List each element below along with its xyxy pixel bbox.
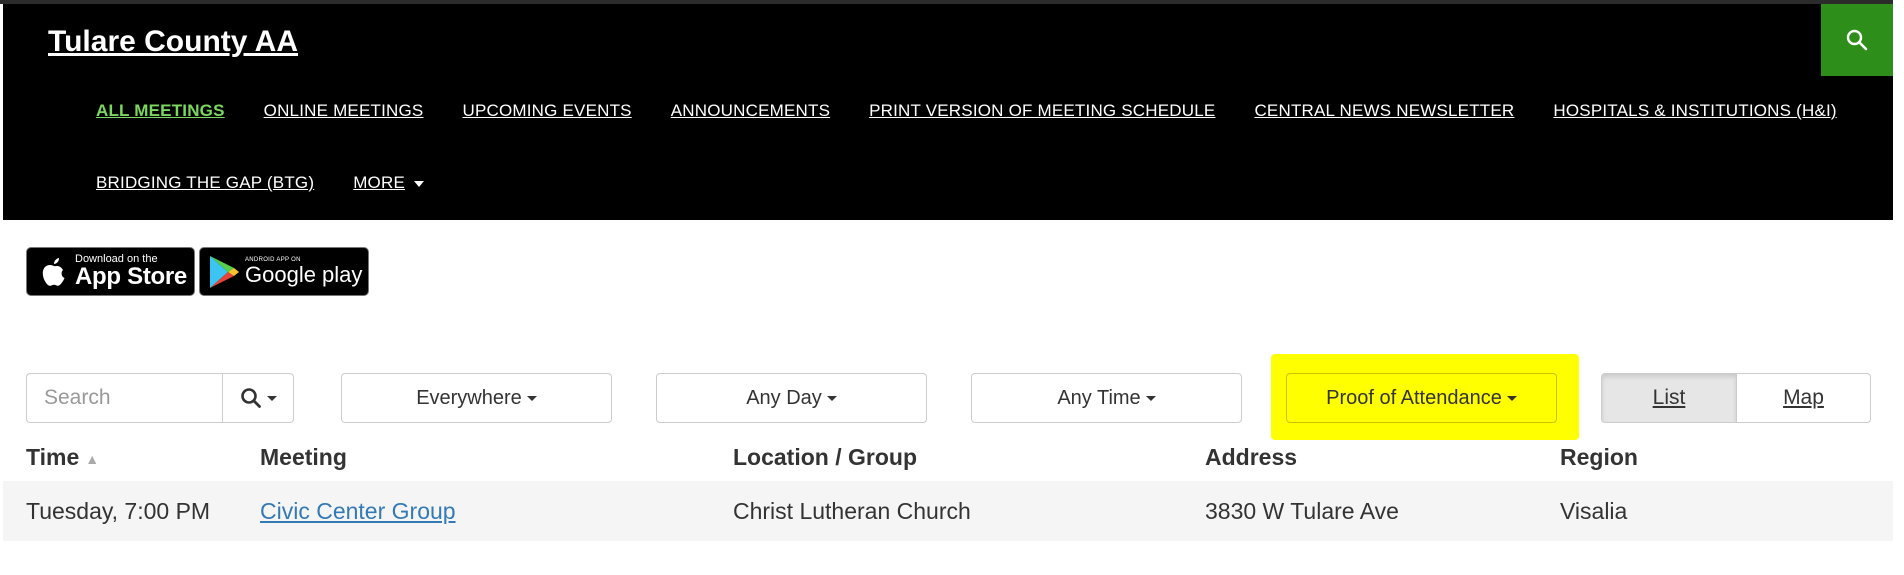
search-mode-dropdown[interactable] — [222, 373, 294, 423]
chevron-down-icon — [266, 395, 277, 401]
column-header-time[interactable]: Time ▲ — [26, 444, 99, 471]
google-play-badge[interactable]: ANDROID APP ON Google play — [199, 247, 369, 296]
nav-hospitals-institutions[interactable]: HOSPITALS & INSTITUTIONS (H&I) — [1553, 101, 1836, 121]
header-search-button[interactable] — [1821, 4, 1893, 76]
google-play-text: ANDROID APP ON Google play — [245, 257, 362, 286]
nav-print-schedule[interactable]: PRINT VERSION OF MEETING SCHEDULE — [869, 101, 1215, 121]
chevron-down-icon — [414, 180, 424, 187]
site-header: Tulare County AA ALL MEETINGS ONLINE MEE… — [3, 4, 1893, 220]
nav-more[interactable]: MORE — [353, 173, 424, 193]
site-title[interactable]: Tulare County AA — [48, 25, 298, 59]
chevron-down-icon — [826, 395, 837, 401]
search-icon — [1846, 29, 1868, 51]
type-dropdown-label: Proof of Attendance — [1326, 386, 1502, 409]
day-dropdown-label: Any Day — [746, 386, 822, 409]
page-edge — [1893, 0, 1904, 575]
sort-ascending-icon: ▲ — [85, 450, 100, 467]
type-dropdown[interactable]: Proof of Attendance — [1286, 373, 1557, 423]
column-header-address[interactable]: Address — [1205, 444, 1297, 471]
nav-announcements[interactable]: ANNOUNCEMENTS — [671, 101, 830, 121]
column-header-time-label: Time — [26, 444, 80, 470]
apple-icon — [42, 257, 65, 286]
app-store-text: Download on the App Store — [75, 254, 187, 289]
nav-upcoming-events[interactable]: UPCOMING EVENTS — [462, 101, 631, 121]
cell-address: 3830 W Tulare Ave — [1205, 498, 1399, 524]
nav-more-label: MORE — [353, 173, 405, 192]
nav-central-news[interactable]: CENTRAL NEWS NEWSLETTER — [1254, 101, 1514, 121]
map-view-button[interactable]: Map — [1736, 373, 1871, 423]
nav-row-primary: ALL MEETINGS ONLINE MEETINGS UPCOMING EV… — [96, 101, 1837, 121]
search-icon — [240, 388, 261, 408]
cell-region: Visalia — [1560, 498, 1628, 524]
day-dropdown[interactable]: Any Day — [656, 373, 927, 423]
nav-all-meetings[interactable]: ALL MEETINGS — [96, 101, 225, 121]
chevron-down-icon — [526, 395, 537, 401]
search-input[interactable] — [26, 373, 223, 423]
list-view-button[interactable]: List — [1601, 373, 1737, 423]
time-dropdown-label: Any Time — [1057, 386, 1141, 409]
google-play-big: Google play — [245, 262, 363, 287]
google-play-icon — [210, 255, 239, 288]
chevron-down-icon — [1145, 395, 1156, 401]
app-store-badge[interactable]: Download on the App Store — [26, 247, 195, 296]
column-header-location[interactable]: Location / Group — [733, 444, 917, 471]
column-header-region[interactable]: Region — [1560, 444, 1638, 471]
nav-bridging-the-gap[interactable]: BRIDGING THE GAP (BTG) — [96, 173, 314, 193]
time-dropdown[interactable]: Any Time — [971, 373, 1242, 423]
column-header-meeting[interactable]: Meeting — [260, 444, 347, 471]
app-store-big: App Store — [75, 263, 187, 290]
region-dropdown-label: Everywhere — [416, 386, 522, 409]
nav-row-secondary: BRIDGING THE GAP (BTG) MORE — [96, 173, 424, 193]
chevron-down-icon — [1506, 395, 1517, 401]
cell-location: Christ Lutheran Church — [733, 498, 971, 524]
nav-online-meetings[interactable]: ONLINE MEETINGS — [264, 101, 424, 121]
cell-time: Tuesday, 7:00 PM — [26, 498, 211, 524]
region-dropdown[interactable]: Everywhere — [341, 373, 612, 423]
meeting-link[interactable]: Civic Center Group — [260, 498, 456, 525]
